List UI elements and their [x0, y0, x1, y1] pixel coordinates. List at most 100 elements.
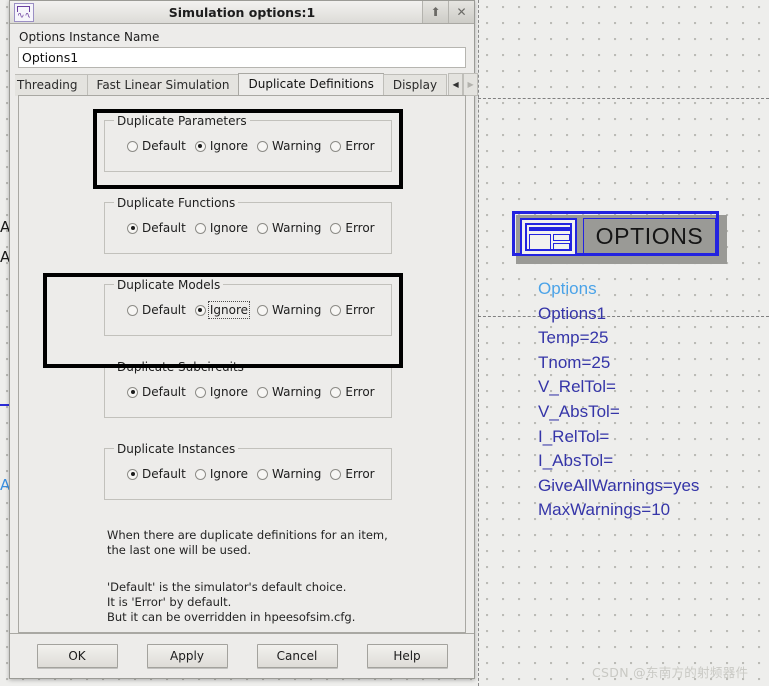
group-duplicate-parameters: Duplicate Parameters Default Ignore Warn… — [104, 114, 392, 172]
radio-ignore[interactable]: Ignore — [194, 139, 249, 153]
radio-warning[interactable]: Warning — [257, 303, 321, 317]
param-line[interactable]: Tnom=25 — [538, 351, 763, 376]
radio-warning[interactable]: Warning — [257, 139, 321, 153]
radio-dot — [194, 304, 206, 316]
tab-fast-linear-simulation[interactable]: Fast Linear Simulation — [86, 74, 240, 96]
tab-display[interactable]: Display — [382, 74, 448, 96]
radio-default[interactable]: Default — [127, 139, 186, 153]
radio-label: Error — [345, 467, 375, 481]
instance-name-value: Options1 — [22, 50, 79, 65]
radio-ignore[interactable]: Ignore — [194, 385, 249, 399]
group-title: Duplicate Functions — [114, 196, 239, 210]
watermark: CSDN @东南方的射频器件 — [592, 665, 749, 680]
radio-error[interactable]: Error — [330, 467, 375, 481]
radio-error[interactable]: Error — [330, 385, 375, 399]
cancel-button[interactable]: Cancel — [256, 644, 338, 668]
radio-dot — [194, 222, 206, 234]
radio-label: Ignore — [209, 221, 249, 235]
restore-icon[interactable]: ⬆ — [422, 1, 448, 23]
group-duplicate-functions: Duplicate Functions Default Ignore Warni… — [104, 196, 392, 254]
symbol-label: OPTIONS — [595, 223, 704, 249]
radio-warning[interactable]: Warning — [257, 221, 321, 235]
symbol-body: OPTIONS — [512, 211, 719, 256]
radio-default[interactable]: Default — [127, 303, 186, 317]
radio-label: Ignore — [209, 385, 249, 399]
param-line[interactable]: GiveAllWarnings=yes — [538, 474, 763, 499]
radio-label: Warning — [272, 139, 322, 153]
radio-default[interactable]: Default — [127, 221, 186, 235]
dialog-titlebar[interactable]: ∿∿ Simulation options:1 ⬆ ✕ — [10, 1, 474, 24]
radio-dot — [330, 140, 342, 152]
instance-name-input[interactable]: Options1 — [18, 47, 466, 68]
options-block-icon — [520, 218, 577, 256]
radio-label: Warning — [272, 221, 322, 235]
radio-error[interactable]: Error — [330, 303, 375, 317]
canvas-guide-line-vertical — [478, 0, 479, 686]
radio-label: Error — [345, 303, 375, 317]
group-title: Duplicate Models — [114, 278, 224, 292]
param-line[interactable]: V_RelTol= — [538, 375, 763, 400]
radio-ignore[interactable]: Ignore — [194, 301, 251, 319]
radio-dot — [257, 468, 269, 480]
group-duplicate-subcircuits: Duplicate Subcircuits Default Ignore War… — [104, 360, 392, 418]
radio-label: Default — [142, 385, 186, 399]
tab-scroll-controls[interactable]: ◀ ▶ — [448, 73, 479, 96]
param-line[interactable]: Options1 — [538, 302, 763, 327]
radio-label: Default — [142, 303, 186, 317]
symbol-label-box: OPTIONS — [583, 218, 716, 255]
radio-label: Default — [142, 139, 186, 153]
radio-label: Default — [142, 221, 186, 235]
dialog-button-bar[interactable]: OK Apply Cancel Help — [10, 633, 474, 678]
param-line[interactable]: I_RelTol= — [538, 425, 763, 450]
tab-scroll-left-icon[interactable]: ◀ — [448, 73, 464, 96]
radio-error[interactable]: Error — [330, 221, 375, 235]
radio-group-duplicate-subcircuits[interactable]: Default Ignore Warning Error — [127, 385, 375, 399]
help-button[interactable]: Help — [366, 644, 448, 668]
radio-ignore[interactable]: Ignore — [194, 467, 248, 481]
radio-dot — [257, 304, 269, 316]
radio-ignore[interactable]: Ignore — [194, 221, 249, 235]
radio-group-duplicate-functions[interactable]: Default Ignore Warning Error — [127, 221, 375, 235]
canvas-guide-line-horizontal — [478, 98, 769, 99]
radio-default[interactable]: Default — [127, 467, 186, 481]
apply-button[interactable]: Apply — [146, 644, 228, 668]
simulation-options-dialog[interactable]: ∿∿ Simulation options:1 ⬆ ✕ Options Inst… — [9, 0, 479, 679]
radio-label: Error — [345, 221, 375, 235]
param-line[interactable]: Options — [538, 277, 763, 302]
param-line[interactable]: V_AbsTol= — [538, 400, 763, 425]
radio-dot — [257, 222, 269, 234]
tab-scroll-right-icon[interactable]: ▶ — [463, 73, 479, 96]
radio-dot — [330, 386, 342, 398]
param-line[interactable]: MaxWarnings=10 — [538, 498, 763, 523]
options-component-symbol[interactable]: OPTIONS — [512, 211, 727, 264]
radio-error[interactable]: Error — [330, 139, 375, 153]
param-line[interactable]: Temp=25 — [538, 326, 763, 351]
instance-name-label: Options Instance Name — [19, 30, 160, 44]
tab-duplicate-definitions[interactable]: Duplicate Definitions — [238, 73, 384, 96]
dialog-body: Options Instance Name Options1 Threading… — [10, 24, 479, 633]
close-icon[interactable]: ✕ — [448, 1, 474, 23]
radio-label: Error — [345, 385, 375, 399]
param-line[interactable]: I_AbsTol= — [538, 449, 763, 474]
radio-label: Ignore — [209, 139, 249, 153]
ok-button[interactable]: OK — [36, 644, 118, 668]
radio-group-duplicate-models[interactable]: Default Ignore Warning Error — [127, 301, 375, 319]
titlebar-buttons[interactable]: ⬆ ✕ — [422, 1, 474, 23]
tab-bar[interactable]: Threading Fast Linear Simulation Duplica… — [15, 73, 479, 96]
radio-dot — [257, 140, 269, 152]
radio-label: Warning — [272, 467, 322, 481]
radio-group-duplicate-parameters[interactable]: Default Ignore Warning Error — [127, 139, 375, 153]
group-duplicate-models: Duplicate Models Default Ignore Warning — [104, 278, 392, 336]
duplicate-definitions-panel: Duplicate Parameters Default Ignore Warn… — [18, 95, 466, 633]
radio-warning[interactable]: Warning — [257, 385, 321, 399]
radio-dot — [330, 222, 342, 234]
component-parameter-list[interactable]: Options Options1 Temp=25 Tnom=25 V_RelTo… — [538, 277, 763, 523]
group-title: Duplicate Parameters — [114, 114, 250, 128]
tab-threading[interactable]: Threading — [15, 74, 88, 96]
radio-dot — [127, 304, 138, 316]
radio-default[interactable]: Default — [127, 385, 186, 399]
canvas-wire-segment — [0, 404, 9, 406]
help-text-paragraph-2: 'Default' is the simulator's default cho… — [107, 580, 356, 624]
radio-warning[interactable]: Warning — [257, 467, 321, 481]
radio-group-duplicate-instances[interactable]: Default Ignore Warning Error — [127, 467, 375, 481]
